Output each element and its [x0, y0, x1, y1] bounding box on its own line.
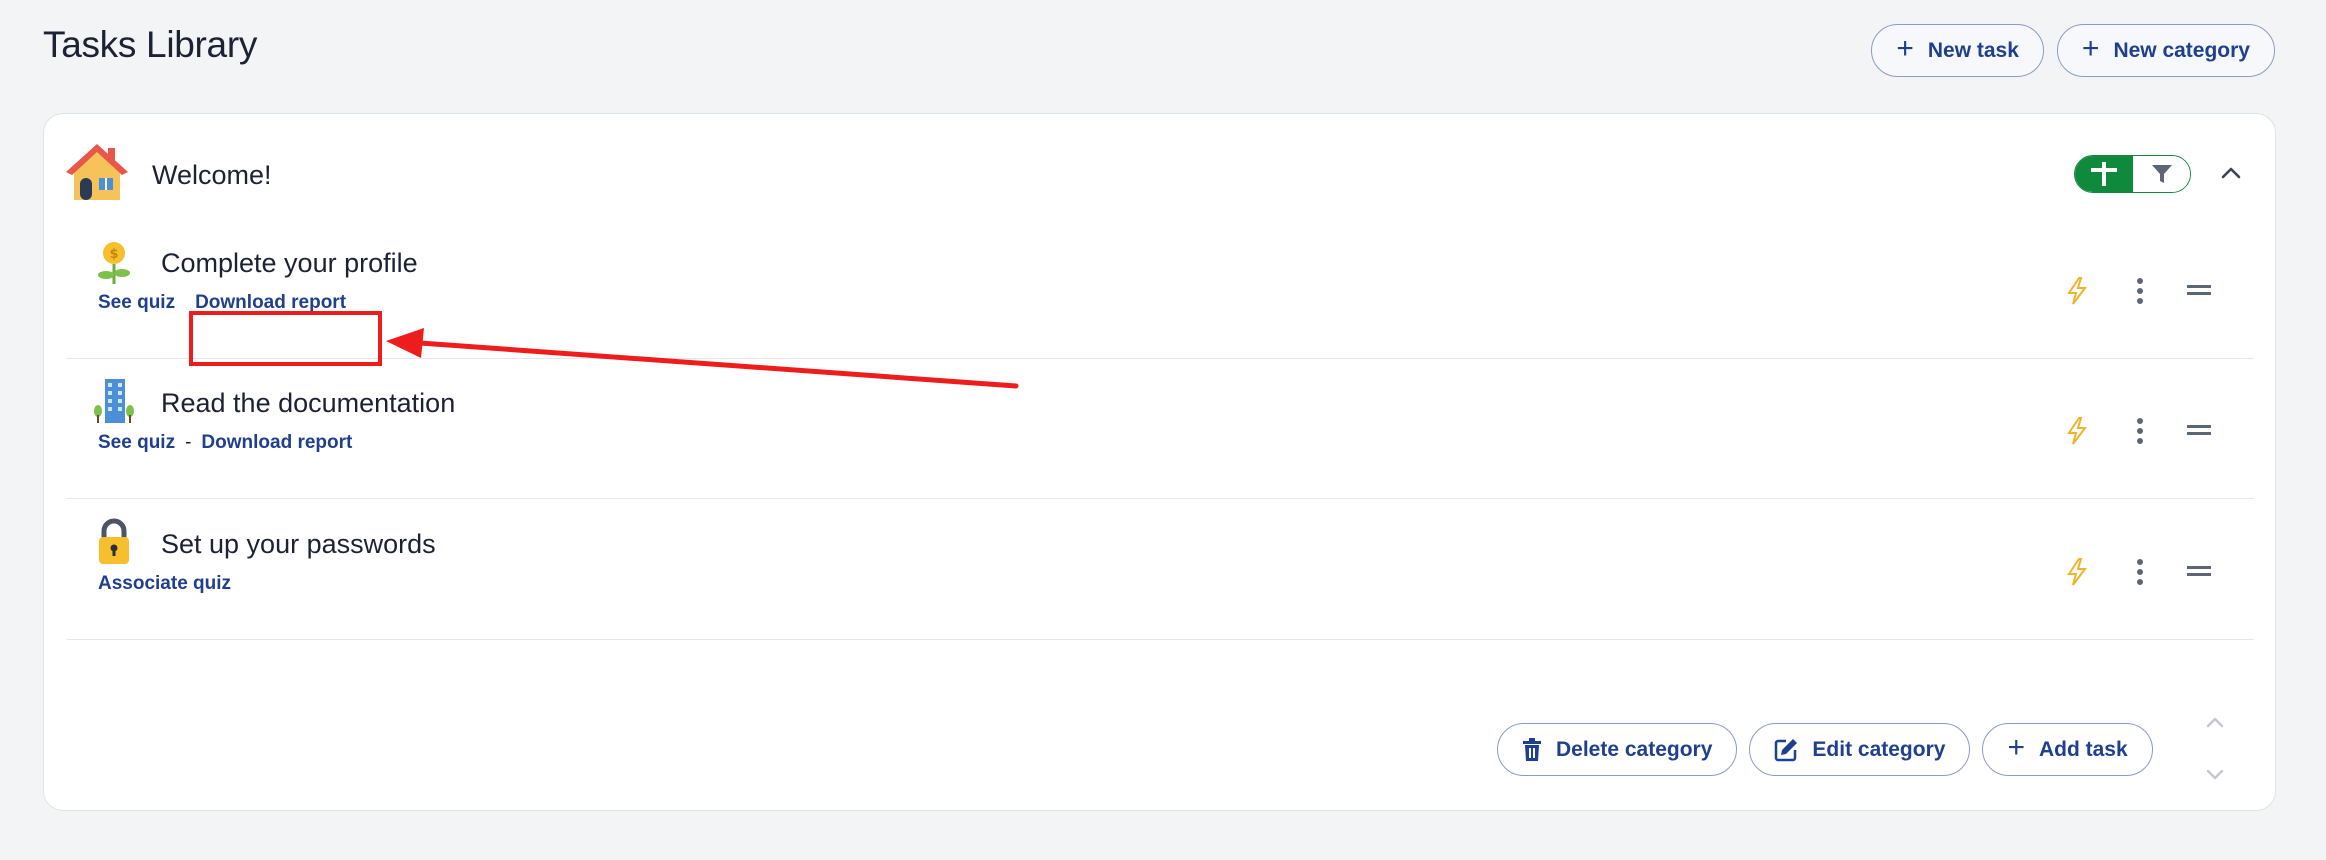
associate-quiz-link[interactable]: Associate quiz: [98, 573, 231, 595]
edit-category-button[interactable]: Edit category: [1749, 723, 1971, 776]
download-report-link[interactable]: Download report: [195, 292, 346, 314]
new-category-button[interactable]: + New category: [2056, 24, 2275, 77]
new-task-label: New task: [1927, 38, 2019, 62]
category-card: Welcome! $ Complete your profile See qui…: [43, 113, 2276, 811]
task-row[interactable]: $ Complete your profile See quiz Downloa…: [67, 219, 2254, 359]
task-row[interactable]: Read the documentation See quiz - Downlo…: [67, 359, 2254, 499]
trash-icon: [1523, 737, 1541, 761]
lightning-icon[interactable]: [2064, 276, 2090, 306]
filter-toggle[interactable]: [2133, 156, 2190, 192]
chevron-up-icon[interactable]: [2218, 160, 2244, 186]
drag-handle-icon[interactable]: [2186, 422, 2212, 438]
lightning-icon[interactable]: [2064, 416, 2090, 446]
house-icon: [66, 144, 128, 200]
link-separator: -: [185, 432, 192, 453]
task-title: Set up your passwords: [161, 529, 436, 559]
delete-category-button[interactable]: Delete category: [1497, 723, 1738, 776]
add-task-button[interactable]: + Add task: [1982, 723, 2153, 776]
task-title: Complete your profile: [161, 248, 418, 278]
task-row[interactable]: Set up your passwords Associate quiz: [67, 500, 2254, 640]
task-row-actions: [2064, 551, 2254, 591]
drag-handle-icon[interactable]: [2186, 282, 2212, 298]
lock-icon: [99, 518, 129, 564]
reorder-arrows[interactable]: [2202, 714, 2228, 784]
delete-category-label: Delete category: [1556, 737, 1713, 761]
filter-icon: [2151, 165, 2172, 183]
plus-icon: +: [2081, 32, 2100, 65]
drag-handle-icon[interactable]: [2186, 563, 2212, 579]
edit-category-label: Edit category: [1812, 737, 1946, 761]
move-up-icon: [2206, 717, 2224, 728]
edit-icon: [1775, 738, 1798, 761]
task-row-actions: [2064, 410, 2254, 450]
task-links: See quiz - Download report: [98, 432, 352, 454]
plus-icon: +: [2007, 731, 2025, 764]
grid-view-toggle[interactable]: [2075, 156, 2133, 192]
cross-layout-icon: [2091, 162, 2117, 186]
more-options-icon[interactable]: [2130, 557, 2150, 587]
top-actions: + New task + New category: [1871, 24, 2275, 77]
new-category-label: New category: [2113, 38, 2250, 62]
add-task-label: Add task: [2038, 737, 2128, 761]
more-options-icon[interactable]: [2130, 416, 2150, 446]
lightning-icon[interactable]: [2064, 557, 2090, 587]
category-footer-actions: Delete category Edit category + Add task: [1497, 723, 2153, 776]
coin-plant-icon: $: [98, 242, 130, 284]
view-toggle[interactable]: [2074, 155, 2191, 193]
task-links: See quiz Download report: [98, 292, 346, 314]
page-title: Tasks Library: [43, 24, 258, 65]
task-links: Associate quiz: [98, 573, 231, 595]
see-quiz-link[interactable]: See quiz: [98, 432, 175, 454]
task-row-actions: [2064, 270, 2254, 310]
task-title: Read the documentation: [161, 388, 456, 418]
new-task-button[interactable]: + New task: [1871, 24, 2044, 77]
download-report-link[interactable]: Download report: [201, 432, 352, 454]
move-down-icon: [2206, 769, 2224, 780]
svg-text:$: $: [109, 247, 118, 262]
plus-icon: +: [1896, 32, 1914, 65]
see-quiz-link[interactable]: See quiz: [98, 292, 175, 314]
office-building-icon: [94, 379, 134, 423]
category-title: Welcome!: [152, 160, 272, 190]
more-options-icon[interactable]: [2130, 276, 2150, 306]
